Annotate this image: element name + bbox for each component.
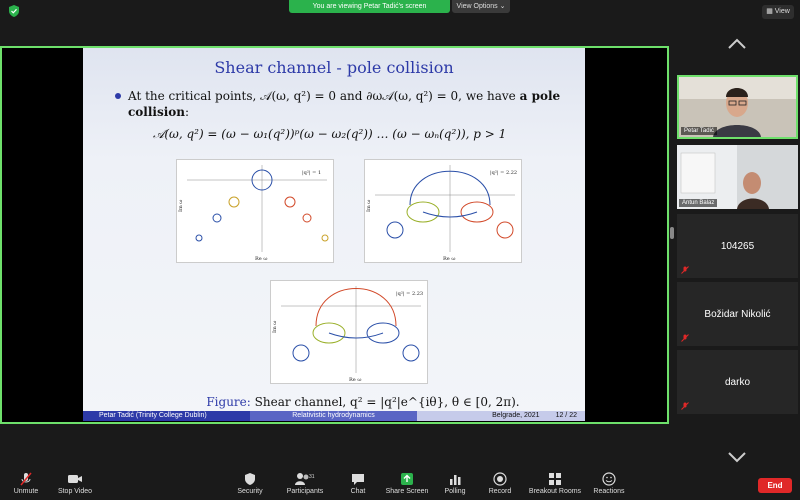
pole-plot-3: |q²| = 2.23 Re ω Im ω <box>270 280 428 384</box>
record-icon <box>493 472 507 486</box>
chevron-down-icon[interactable] <box>727 451 747 463</box>
smiley-icon <box>602 472 616 486</box>
plot2-xlabel: Re ω <box>443 256 455 262</box>
footer-author: Petar Tadić (Trinity College Dublin) <box>83 411 250 421</box>
plot3-label: |q²| = 2.23 <box>396 291 423 297</box>
view-button-label: View <box>774 8 790 15</box>
participant-name: Antun Balaz <box>679 199 718 207</box>
participants-label: Participants <box>286 488 324 495</box>
breakout-rooms-label: Breakout Rooms <box>528 488 582 495</box>
plot1-xlabel: Re ω <box>255 256 267 262</box>
footer-title: Relativistic hydrodynamics <box>250 411 417 421</box>
chat-icon <box>352 474 364 485</box>
security-button[interactable]: Security <box>233 472 267 498</box>
bar-chart-icon <box>450 475 461 485</box>
plot1-label: |q²| = 1 <box>302 170 321 176</box>
slide-footer: Petar Tadić (Trinity College Dublin) Rel… <box>83 411 585 421</box>
record-label: Record <box>488 488 512 495</box>
video-camera-icon <box>68 475 82 483</box>
share-screen-button[interactable]: Share Screen <box>385 472 429 498</box>
chevron-up-icon[interactable] <box>727 38 747 50</box>
participant-name: Božidar Nikolić <box>704 308 771 320</box>
presentation-slide: Shear channel - pole collision At the cr… <box>83 48 585 421</box>
participant-tile-darko[interactable]: darko <box>677 350 798 414</box>
share-screen-icon <box>401 473 413 485</box>
figure-caption: Figure: Shear channel, q² = |q²|e^{iθ}, … <box>143 395 583 409</box>
mic-muted-icon <box>681 402 689 410</box>
caption-text: Shear channel, q² = |q²|e^{iθ}, θ ∈ [0, … <box>254 395 520 409</box>
participant-tile-antun[interactable]: Antun Balaz <box>677 145 798 209</box>
participants-count: 31 <box>309 474 315 480</box>
pole-plot-2-figure: |q²| = 2.22 Re ω Im ω <box>366 165 517 262</box>
slide-bullet: At the critical points, 𝒜(ω, q²) = 0 and… <box>128 89 561 119</box>
participant-tile-petar[interactable]: Petar Tadić <box>677 75 798 139</box>
shield-icon <box>245 473 255 485</box>
plot2-label: |q²| = 2.22 <box>490 170 517 176</box>
chat-button[interactable]: Chat <box>345 472 371 498</box>
slide-formula: 𝒜(ω, q²) = (ω − ω₁(q²))ᵖ(ω − ω₂(q²)) … (… <box>153 127 507 141</box>
panel-resize-handle[interactable] <box>670 227 674 239</box>
view-button[interactable]: ▦ View <box>762 5 794 19</box>
pole-plot-3-figure: |q²| = 2.23 Re ω Im ω <box>272 286 423 383</box>
footer-info: Belgrade, 2021 12 / 22 <box>417 411 585 421</box>
unmute-label: Unmute <box>13 488 39 495</box>
plot2-ylabel: Im ω <box>366 200 372 212</box>
participant-tile-104265[interactable]: 104265 <box>677 214 798 278</box>
chat-label: Chat <box>350 488 366 495</box>
bullet-icon <box>115 93 121 99</box>
slide-title: Shear channel - pole collision <box>214 58 454 77</box>
plot3-ylabel: Im ω <box>272 321 278 333</box>
security-label: Security <box>237 488 263 495</box>
people-icon: 31 <box>295 473 315 485</box>
mic-muted-icon <box>20 472 32 486</box>
stop-video-label: Stop Video <box>57 488 93 495</box>
end-meeting-button[interactable]: End <box>758 478 792 493</box>
mic-muted-icon <box>681 334 689 342</box>
mic-muted-icon <box>681 266 689 274</box>
participant-tile-bozidar[interactable]: Božidar Nikolić <box>677 282 798 346</box>
participant-name: darko <box>724 376 750 388</box>
footer-place: Belgrade, 2021 <box>492 412 540 419</box>
screen-share-banner: You are viewing Petar Tadić's screen <box>289 0 450 13</box>
participant-name: Petar Tadić <box>681 127 717 135</box>
participants-button[interactable]: 31 Participants <box>282 472 328 498</box>
plot3-xlabel: Re ω <box>349 377 361 383</box>
unmute-button[interactable]: Unmute <box>10 472 42 498</box>
pole-plot-1: |q²| = 1 Re ω Im ω <box>176 159 334 263</box>
reactions-label: Reactions <box>593 488 625 495</box>
view-grid-icon: ▦ <box>766 8 775 15</box>
stop-video-button[interactable]: Stop Video <box>55 472 95 498</box>
polling-button[interactable]: Polling <box>441 472 469 498</box>
caption-label: Figure: <box>206 395 251 409</box>
plot1-ylabel: Im ω <box>178 200 184 212</box>
pole-plot-2: |q²| = 2.22 Re ω Im ω <box>364 159 522 263</box>
breakout-rooms-button[interactable]: Breakout Rooms <box>528 472 582 498</box>
share-screen-label: Share Screen <box>385 488 429 495</box>
view-options-button[interactable]: View Options ⌄ <box>452 0 510 13</box>
footer-page: 12 / 22 <box>555 412 577 419</box>
bullet-text: At the critical points, 𝒜(ω, q²) = 0 and… <box>128 89 516 103</box>
record-button[interactable]: Record <box>486 472 514 498</box>
breakout-rooms-icon <box>549 473 561 485</box>
reactions-button[interactable]: Reactions <box>592 472 626 498</box>
shield-icon[interactable] <box>8 5 20 17</box>
pole-plot-1-figure: |q²| = 1 Re ω Im ω <box>178 165 329 262</box>
polling-label: Polling <box>444 488 466 495</box>
participant-name: 104265 <box>720 240 755 252</box>
